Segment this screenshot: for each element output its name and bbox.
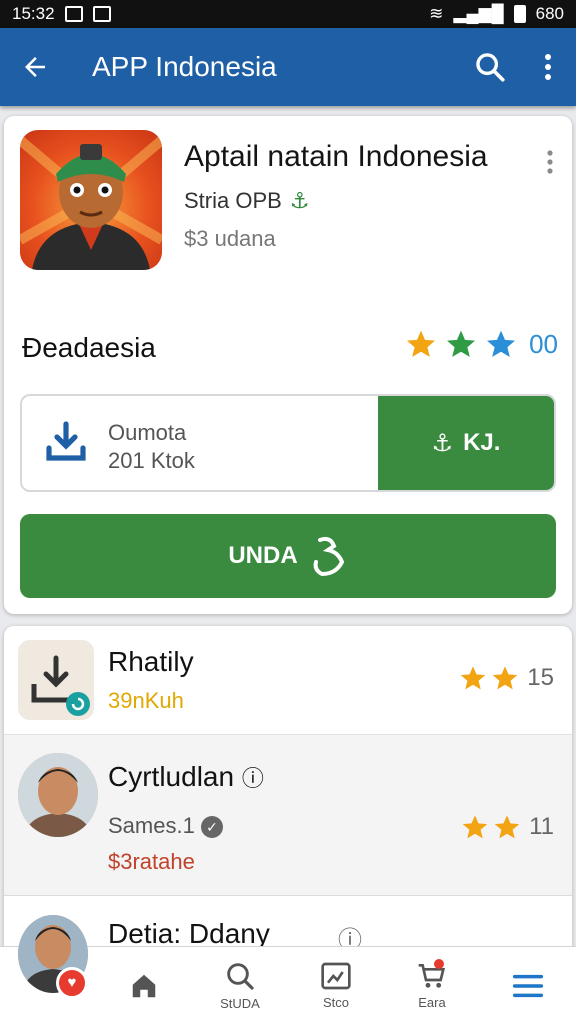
item-price: $3ratahe [108, 849, 195, 874]
app-bar-title: APP Indonesia [92, 51, 277, 82]
heart-badge-icon: ♥ [56, 967, 88, 999]
search-icon [227, 963, 254, 990]
list-item[interactable]: Rhatily 39nKuh 15 [4, 626, 572, 734]
overflow-menu-button[interactable] [520, 53, 576, 81]
verified-icon: ✓ [200, 816, 223, 839]
app-title: Aptail natain Indonesia [184, 140, 488, 173]
star-icon [493, 666, 518, 690]
item-rating: 15 [459, 664, 554, 692]
mail-icon [92, 6, 111, 22]
item-subtitle: Sames.1 ✓ [108, 813, 223, 839]
developer-name: Stria OPB [184, 188, 282, 213]
app-more-button[interactable] [546, 150, 554, 179]
notification-badge [434, 959, 444, 969]
download-icon [31, 655, 90, 716]
item-rating-count: 11 [529, 813, 554, 840]
app-bar: APP Indonesia [0, 28, 576, 106]
search-icon [476, 53, 505, 82]
item-thumbnail [18, 640, 94, 720]
download-label: Oumota [108, 420, 187, 445]
star-icon [461, 666, 486, 690]
more-vert-icon [545, 54, 551, 80]
signal-icon: ▂▄▆█ [453, 4, 504, 23]
back-arrow-icon [25, 57, 45, 77]
nav-store[interactable]: Stco [288, 947, 384, 1024]
install-button-label: UNDA [228, 542, 298, 569]
info-icon: ⓘ [241, 766, 264, 791]
download-button[interactable]: ⚓ KJ. [378, 396, 554, 490]
item-name: Rhatily [108, 646, 194, 677]
star-icon [407, 330, 436, 357]
item-name-text: Cyrtludlan [108, 761, 235, 792]
nav-home[interactable] [96, 947, 192, 1024]
wifi-icon: ≋ [429, 4, 444, 23]
list-item[interactable]: Cyrtludlan ⓘ Sames.1 ✓ $3ratahe 11 [4, 734, 572, 896]
star-icon [447, 330, 476, 357]
download-info-box: Oumota 201 Ktok ⚓ KJ. [20, 394, 556, 492]
anchor-icon: ⚓ [431, 429, 454, 457]
item-rating: 11 [461, 813, 554, 841]
nav-menu[interactable] [480, 947, 576, 1024]
item-subtitle-text: Sames.1 [108, 813, 195, 838]
status-time: 15:32 [12, 4, 55, 23]
star-icon [462, 815, 488, 839]
anchor-icon: ⚓ [289, 188, 310, 213]
download-size: 201 Ktok [108, 448, 195, 473]
avatar [18, 753, 98, 837]
nav-profile[interactable]: ♥ [0, 915, 96, 1024]
rating-summary: 00 [405, 328, 558, 360]
app-detail-card: Aptail natain Indonesia Stria OPB ⚓ $3 u… [4, 116, 572, 614]
battery-icon [513, 5, 526, 23]
nav-cart-label: Eara [418, 995, 446, 1010]
nav-search-label: StUDA [220, 996, 260, 1011]
home-icon [132, 974, 156, 997]
star-icon [487, 330, 516, 357]
item-rating-count: 15 [527, 664, 554, 691]
store-icon [321, 962, 351, 990]
more-vert-icon [547, 150, 553, 174]
bottom-navigation: ♥ StUDA Stco Eara [0, 915, 576, 1024]
item-name: Cyrtludlan ⓘ [108, 761, 264, 793]
character-illustration-icon [20, 136, 162, 270]
item-subtitle: 39nKuh [108, 688, 184, 713]
app-price: $3 udana [184, 226, 276, 251]
nav-store-label: Stco [322, 995, 349, 1010]
status-bar: 15:32 ≋ ▂▄▆█ 680 [0, 0, 576, 28]
star-icon [494, 815, 520, 839]
hand-gesture-icon [313, 536, 344, 577]
download-icon [46, 421, 86, 461]
status-right-text: 680 [535, 4, 564, 23]
download-button-label: KJ. [463, 429, 501, 456]
notification-icon [64, 6, 83, 22]
search-button[interactable] [460, 50, 520, 84]
rating-value: 00 [529, 328, 558, 359]
nav-cart[interactable]: Eara [384, 947, 480, 1024]
back-button[interactable] [0, 52, 70, 82]
install-button[interactable]: UNDA [20, 514, 556, 598]
menu-icon [512, 974, 544, 997]
app-list-card: Rhatily 39nKuh 15 Cyrtludlan ⓘ Sames.1 ✓… [4, 626, 572, 956]
nav-search[interactable]: StUDA [192, 947, 288, 1024]
app-developer[interactable]: Stria OPB ⚓ [184, 188, 310, 214]
app-icon[interactable] [20, 130, 162, 270]
section-title: Ðeadaesia [22, 332, 156, 363]
person-avatar-icon [18, 753, 98, 837]
